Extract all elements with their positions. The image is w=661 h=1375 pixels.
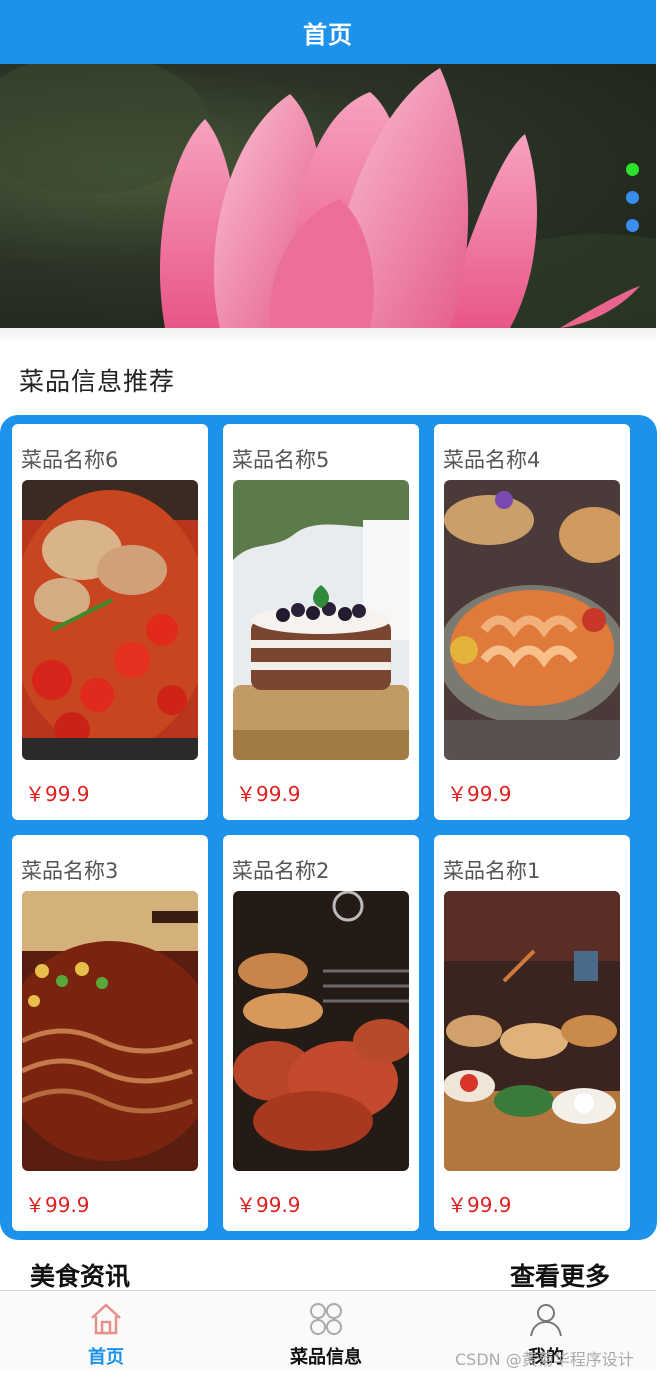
dish-image-layer-cake[interactable] [233,480,409,760]
dish-price: ￥99.9 [236,1193,301,1217]
dish-card[interactable]: 菜品名称3 ￥99.9 [12,835,208,1231]
dish-price: ￥99.9 [447,1193,512,1217]
recommend-section-title: 菜品信息推荐 [19,367,176,396]
dish-image-banquet-spread[interactable] [444,891,620,1171]
dish-card[interactable]: 菜品名称4 ￥99.9 [434,424,630,820]
dish-name: 菜品名称6 [21,448,119,472]
dish-name: 菜品名称4 [443,448,541,472]
user-icon [530,1304,562,1337]
page-title: 首页 [303,20,353,49]
carousel-dot[interactable] [626,163,639,176]
nav-bar: 首页 [0,0,656,64]
tab-label: 首页 [88,1347,124,1368]
watermark: CSDN @黄菊华程序设计 [455,1350,634,1369]
dish-image-grilled-meat[interactable] [233,891,409,1171]
dish-price: ￥99.9 [25,1193,90,1217]
dish-image-noodle-soup[interactable] [22,891,198,1171]
dish-card[interactable]: 菜品名称2 ￥99.9 [223,835,419,1231]
dish-image-seafood-platter[interactable] [444,480,620,760]
carousel-dot[interactable] [626,219,639,232]
carousel-indicators[interactable] [626,163,640,247]
dish-name: 菜品名称3 [21,859,119,883]
home-icon [91,1303,121,1335]
dish-name: 菜品名称2 [232,859,330,883]
dish-card[interactable]: 菜品名称1 ￥99.9 [434,835,630,1231]
tab-home[interactable]: 首页 [26,1291,186,1371]
dish-name: 菜品名称1 [443,859,541,883]
dish-grid: 菜品名称6 ￥99.9 菜品名称5 ￥99.9 菜品名称4 ￥99.9 菜品名称… [0,415,657,1240]
carousel-dot[interactable] [626,191,639,204]
grid-icon [310,1303,342,1335]
banner-lotus-image [0,64,656,328]
divider [0,328,656,344]
tab-label: 菜品信息 [290,1347,362,1368]
dish-price: ￥99.9 [25,782,90,806]
dish-name: 菜品名称5 [232,448,330,472]
news-section-header: 美食资讯 查看更多 [0,1245,656,1291]
dish-price: ￥99.9 [447,782,512,806]
view-more-link[interactable]: 查看更多 [510,1257,610,1293]
dish-price: ￥99.9 [236,782,301,806]
dish-image-spicy-stew[interactable] [22,480,198,760]
dish-card[interactable]: 菜品名称6 ￥99.9 [12,424,208,820]
news-section-title: 美食资讯 [30,1262,131,1291]
banner-carousel[interactable] [0,64,656,328]
dish-card[interactable]: 菜品名称5 ￥99.9 [223,424,419,820]
tab-dish-info[interactable]: 菜品信息 [246,1291,406,1371]
